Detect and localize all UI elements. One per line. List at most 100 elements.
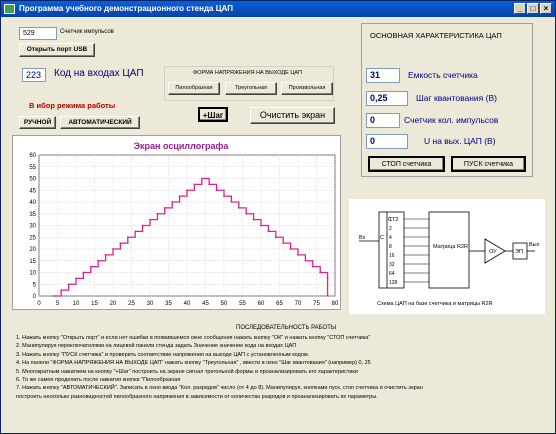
dac-diagram: CT2 C Вх Матрица R2R ОУ ЭП Вых Схема ЦАП… <box>349 199 545 314</box>
data-point <box>282 242 285 245</box>
x-tick-label: 80 <box>332 301 339 307</box>
data-point <box>171 201 174 203</box>
bit-label: 128 <box>389 280 398 286</box>
triangle-button[interactable]: Треугольная <box>225 82 277 95</box>
auto-mode-button[interactable]: АВТОМАТИЧЕСКИЙ <box>60 116 140 129</box>
counter-capacity-label: Емкость счетчика <box>408 70 478 80</box>
characteristics-panel: ОСНОВНАЯ ХАРАКТЕРИСТИКА ЦАП 31 Емкость с… <box>361 23 533 177</box>
minimize-button[interactable]: _ <box>514 3 526 14</box>
mode-title: В ибор режима работы <box>29 101 116 110</box>
arbitrary-button[interactable]: Произвольная <box>281 82 333 95</box>
y-tick-label: 20 <box>29 247 36 253</box>
instruction-line: 1. Нажать кнопку "Открыть порт" и если н… <box>16 335 371 341</box>
waveform-panel: ФОРМА НАПРЯЖЕНИЯ НА ВЫХОДЕ ЦАП Пилообраз… <box>164 66 334 101</box>
x-tick-label: 65 <box>276 301 283 307</box>
manual-mode-button[interactable]: РУЧНОЙ <box>19 116 56 129</box>
data-point <box>75 277 77 280</box>
x-tick-label: 20 <box>110 301 117 307</box>
data-point <box>297 253 299 256</box>
data-point <box>289 248 292 250</box>
sawtooth-button[interactable]: Пилообразная <box>168 82 220 95</box>
oscilloscope-screen: Экран осциллографа 0 5 10 15 20 25 30 35 40 45 50 5… <box>12 135 341 310</box>
output-voltage-field[interactable]: 0 <box>366 134 408 149</box>
data-point <box>252 218 255 221</box>
start-counter-button[interactable]: ПУСК счетчика <box>451 156 526 172</box>
y-tick-label: 25 <box>29 235 36 241</box>
x-tick-label: 30 <box>147 301 154 307</box>
pulse-count-field[interactable]: 0 <box>366 113 400 128</box>
x-tick-label: 75 <box>313 301 320 307</box>
data-point <box>126 236 129 239</box>
step-button[interactable]: +Шаг <box>198 107 228 122</box>
pulse-counter-field[interactable]: 529 <box>19 27 57 40</box>
app-icon <box>4 4 15 14</box>
x-tick-label: 55 <box>239 301 246 307</box>
x-tick-label: 5 <box>56 301 60 307</box>
data-point <box>215 189 218 192</box>
y-tick-label: 50 <box>29 177 36 183</box>
output-label: Вых <box>529 242 540 248</box>
quantization-step-field[interactable]: 0,25 <box>366 91 408 106</box>
open-port-button[interactable]: Открыть порт USB <box>19 43 95 57</box>
characteristics-title: ОСНОВНАЯ ХАРАКТЕРИСТИКА ЦАП <box>370 31 502 40</box>
output-voltage-label: U на вых. ЦАП (В) <box>424 136 496 146</box>
bit-label: 4 <box>389 235 392 241</box>
chart-title: Экран осциллографа <box>134 141 230 151</box>
data-point <box>82 271 85 274</box>
instructions-title: ПОСЛЕДОВАТЕЛЬНОСТЬ РАБОТЫ <box>236 325 337 331</box>
data-point <box>230 201 233 203</box>
data-point <box>178 195 181 198</box>
title-bar: Программа учебного демонстрационного сте… <box>1 1 555 17</box>
x-tick-label: 25 <box>128 301 135 307</box>
bit-label: 1 <box>389 217 392 223</box>
counter-capacity-field[interactable]: 31 <box>366 68 400 83</box>
pulse-count-label: Счетчик кол. импульсов <box>404 115 499 125</box>
data-point <box>97 259 100 262</box>
main-window: Программа учебного демонстрационного сте… <box>0 0 556 434</box>
data-point <box>223 195 225 198</box>
data-point <box>245 212 248 215</box>
x-tick-label: 0 <box>37 301 41 307</box>
maximize-button[interactable]: □ <box>527 3 539 14</box>
data-point <box>52 295 55 297</box>
opamp-label: ОУ <box>489 249 497 255</box>
data-point <box>260 224 262 227</box>
input-label: Вх <box>359 235 366 241</box>
instruction-line: 6. То же самое проделать после нажатия к… <box>16 377 181 384</box>
dac-code-field[interactable]: 223 <box>22 68 46 82</box>
port-panel: 529 Счетчик импульсов Открыть порт USB <box>17 25 114 59</box>
data-point <box>186 189 188 192</box>
clear-screen-button[interactable]: Очистить экран <box>250 107 335 124</box>
data-point <box>67 283 70 286</box>
diagram-caption: Схема ЦАП на базе счетчика и матрицы R2R <box>377 301 493 307</box>
instructions-panel: ПОСЛЕДОВАТЕЛЬНОСТЬ РАБОТЫ 1. Нажать кноп… <box>12 323 547 429</box>
stop-counter-button[interactable]: СТОП счетчика <box>368 156 445 172</box>
data-point <box>326 277 329 280</box>
data-point <box>149 218 151 221</box>
dac-schematic: CT2 C Вх Матрица R2R ОУ ЭП Вых Схема ЦАП… <box>359 211 540 307</box>
x-tick-label: 45 <box>202 301 209 307</box>
data-point <box>304 259 307 262</box>
data-point <box>163 206 166 209</box>
close-button[interactable]: × <box>540 3 552 14</box>
data-point <box>200 177 203 180</box>
instruction-line: построить несколько разновидностей пилоо… <box>16 393 378 400</box>
oscilloscope-chart: Экран осциллографа 0 5 10 15 20 25 30 35 40 45 50 5… <box>29 141 339 307</box>
bit-label: 2 <box>389 226 392 232</box>
bit-label: 16 <box>389 253 395 259</box>
y-tick-label: 40 <box>29 200 36 206</box>
instruction-line: 5. Многократным нажатием на кнопку "+Шаг… <box>16 368 358 375</box>
data-point <box>237 206 240 209</box>
instruction-line: 3. Нажать кнопку "ПУСК счетчика" и прове… <box>16 351 310 358</box>
y-tick-label: 0 <box>33 294 37 300</box>
clock-label: C <box>380 235 384 241</box>
quantization-step-label: Шаг квантования (В) <box>416 93 497 103</box>
instruction-line: 4. На панели "ФОРМА НАПРЯЖЕНИЯ НА ВЫХОДЕ… <box>16 360 371 367</box>
data-point <box>134 230 137 233</box>
waveform-title: ФОРМА НАПРЯЖЕНИЯ НА ВЫХОДЕ ЦАП <box>193 70 302 76</box>
y-tick-label: 30 <box>29 224 36 230</box>
bit-label: 8 <box>389 244 392 250</box>
data-point <box>208 183 211 186</box>
x-tick-label: 50 <box>221 301 228 307</box>
x-tick-label: 35 <box>165 301 172 307</box>
